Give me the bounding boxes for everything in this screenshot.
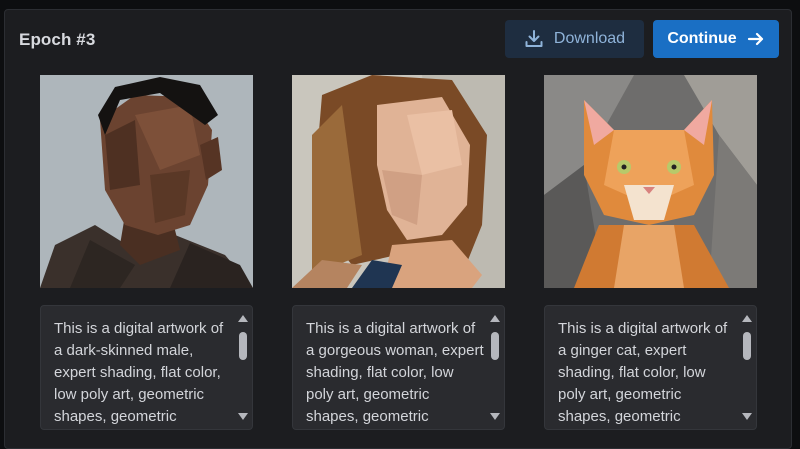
scroll-thumb[interactable] [491, 332, 499, 360]
continue-button[interactable]: Continue [653, 20, 779, 58]
scroll-down-arrow-icon[interactable] [490, 413, 500, 420]
caption-textbox-2[interactable]: This is a digital artwork of a gorgeous … [292, 305, 505, 430]
caption-scrollbar-1[interactable] [234, 306, 252, 429]
caption-text-3: This is a digital artwork of a ginger ca… [558, 320, 728, 425]
epoch-title: Epoch #3 [19, 30, 96, 49]
epoch-panel: Epoch #3 Download Continue This is a dig… [4, 9, 792, 449]
caption-textbox-3[interactable]: This is a digital artwork of a ginger ca… [544, 305, 757, 430]
scroll-up-arrow-icon[interactable] [238, 315, 248, 322]
portrait-woman-lowpoly-image[interactable] [292, 75, 505, 288]
caption-scrollbar-2[interactable] [486, 306, 504, 429]
scroll-up-arrow-icon[interactable] [742, 315, 752, 322]
arrow-right-icon [747, 30, 765, 48]
portrait-man-lowpoly-image[interactable] [40, 75, 253, 288]
scroll-thumb[interactable] [743, 332, 751, 360]
caption-textbox-1[interactable]: This is a digital artwork of a dark-skin… [40, 305, 253, 430]
download-button[interactable]: Download [505, 20, 644, 58]
caption-text-1: This is a digital artwork of a dark-skin… [54, 320, 224, 425]
caption-scrollbar-3[interactable] [738, 306, 756, 429]
ginger-cat-lowpoly-image[interactable] [544, 75, 757, 288]
download-button-label: Download [553, 30, 626, 47]
continue-button-label: Continue [667, 30, 737, 47]
scroll-down-arrow-icon[interactable] [238, 413, 248, 420]
scroll-up-arrow-icon[interactable] [490, 315, 500, 322]
scroll-down-arrow-icon[interactable] [742, 413, 752, 420]
scroll-thumb[interactable] [239, 332, 247, 360]
caption-text-2: This is a digital artwork of a gorgeous … [306, 320, 484, 425]
download-icon [524, 29, 544, 49]
